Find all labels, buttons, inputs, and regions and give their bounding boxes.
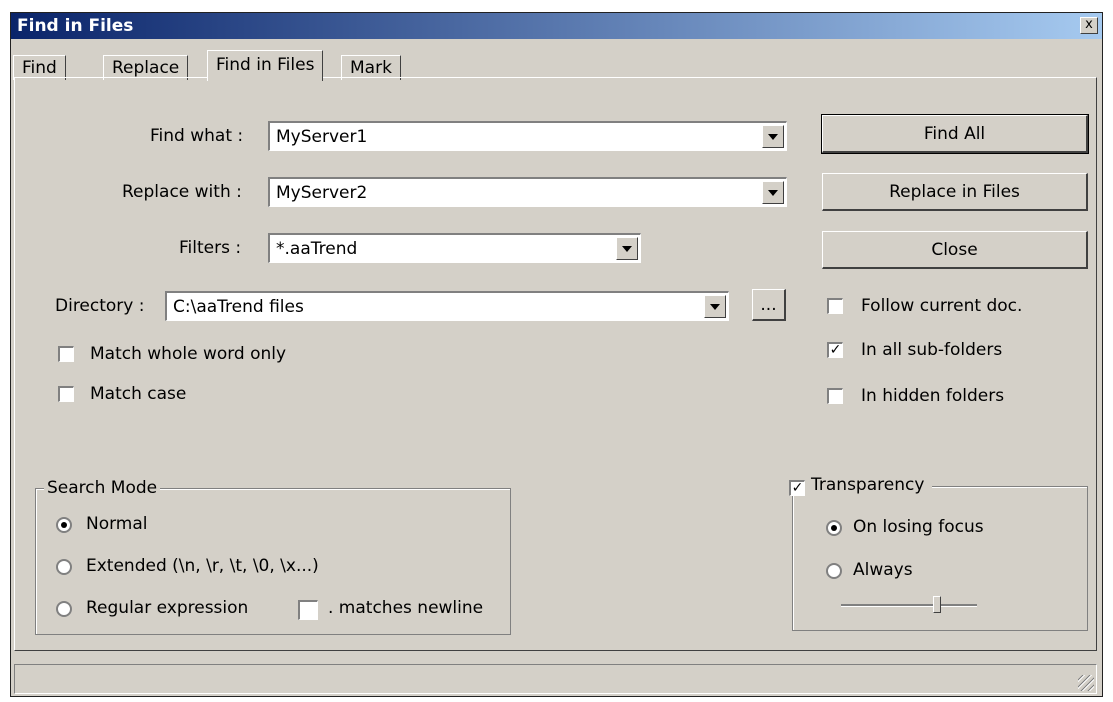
extended-radio[interactable] <box>56 559 72 575</box>
replace-with-value[interactable]: MyServer2 <box>276 183 367 203</box>
transparency-checkbox[interactable]: ✓ <box>789 480 805 496</box>
match-case-label: Match case <box>90 384 187 404</box>
directory-value[interactable]: C:\aaTrend files <box>173 297 304 317</box>
find-what-combo[interactable]: MyServer1 <box>268 121 787 151</box>
find-what-label: Find what : <box>150 126 244 146</box>
chevron-down-icon[interactable] <box>762 125 784 148</box>
title-bar[interactable]: Find in Files x <box>11 13 1102 39</box>
match-case-checkbox[interactable] <box>58 386 74 402</box>
follow-current-doc-label: Follow current doc. <box>861 296 1023 316</box>
normal-radio[interactable] <box>56 517 72 533</box>
filters-value[interactable]: *.aaTrend <box>276 239 357 259</box>
slider-track <box>841 604 977 607</box>
transparency-title-wrap: ✓ Transparency <box>779 475 933 496</box>
match-whole-word-checkbox[interactable] <box>58 346 74 362</box>
tab-strip: Find Replace Find in Files Mark <box>11 39 1102 81</box>
chevron-down-icon[interactable] <box>762 181 784 204</box>
always-label: Always <box>853 560 913 580</box>
in-hidden-folders-label: In hidden folders <box>861 386 1005 406</box>
transparency-group: ✓ Transparency On losing focus Always <box>779 475 1088 631</box>
in-hidden-folders-checkbox[interactable] <box>827 388 843 404</box>
replace-in-files-button[interactable]: Replace in Files <box>822 173 1088 211</box>
directory-combo[interactable]: C:\aaTrend files <box>165 291 729 321</box>
filters-combo[interactable]: *.aaTrend <box>268 233 641 263</box>
on-losing-focus-radio[interactable] <box>826 520 842 536</box>
resize-grip-icon[interactable] <box>1078 675 1094 691</box>
browse-directory-button[interactable]: ... <box>752 289 786 321</box>
matches-newline-checkbox[interactable] <box>298 600 318 620</box>
tab-find-in-files[interactable]: Find in Files <box>207 50 324 81</box>
directory-label: Directory : <box>55 296 145 316</box>
search-mode-group: Search Mode Normal Extended (\n, \r, \t,… <box>35 478 511 635</box>
find-what-value[interactable]: MyServer1 <box>276 127 367 147</box>
follow-current-doc-checkbox[interactable] <box>827 298 843 314</box>
chevron-down-icon[interactable] <box>704 295 726 318</box>
tab-panel: Find what : MyServer1 Replace with : MyS… <box>14 77 1097 651</box>
transparency-label: Transparency <box>811 475 925 495</box>
search-mode-title: Search Mode <box>44 478 161 498</box>
in-all-sub-folders-label: In all sub-folders <box>861 340 1003 360</box>
always-radio[interactable] <box>826 563 842 579</box>
replace-with-combo[interactable]: MyServer2 <box>268 177 787 207</box>
extended-label: Extended (\n, \r, \t, \0, \x...) <box>86 556 319 576</box>
status-bar <box>14 664 1097 694</box>
normal-label: Normal <box>86 514 148 534</box>
on-losing-focus-label: On losing focus <box>853 517 984 537</box>
match-whole-word-label: Match whole word only <box>90 344 287 364</box>
replace-with-label: Replace with : <box>122 182 242 202</box>
matches-newline-label: . matches newline <box>328 598 484 618</box>
close-icon[interactable]: x <box>1080 17 1098 34</box>
transparency-slider[interactable] <box>841 596 977 616</box>
slider-thumb[interactable] <box>933 596 941 613</box>
regex-label: Regular expression <box>86 598 249 618</box>
find-in-files-dialog: Find in Files x Find Replace Find in Fil… <box>10 12 1103 697</box>
chevron-down-icon[interactable] <box>616 237 638 260</box>
in-all-sub-folders-checkbox[interactable]: ✓ <box>827 342 843 358</box>
close-button[interactable]: Close <box>822 231 1088 269</box>
window-title: Find in Files <box>17 16 134 36</box>
regex-radio[interactable] <box>56 601 72 617</box>
find-all-button[interactable]: Find All <box>821 114 1089 154</box>
filters-label: Filters : <box>179 238 242 258</box>
